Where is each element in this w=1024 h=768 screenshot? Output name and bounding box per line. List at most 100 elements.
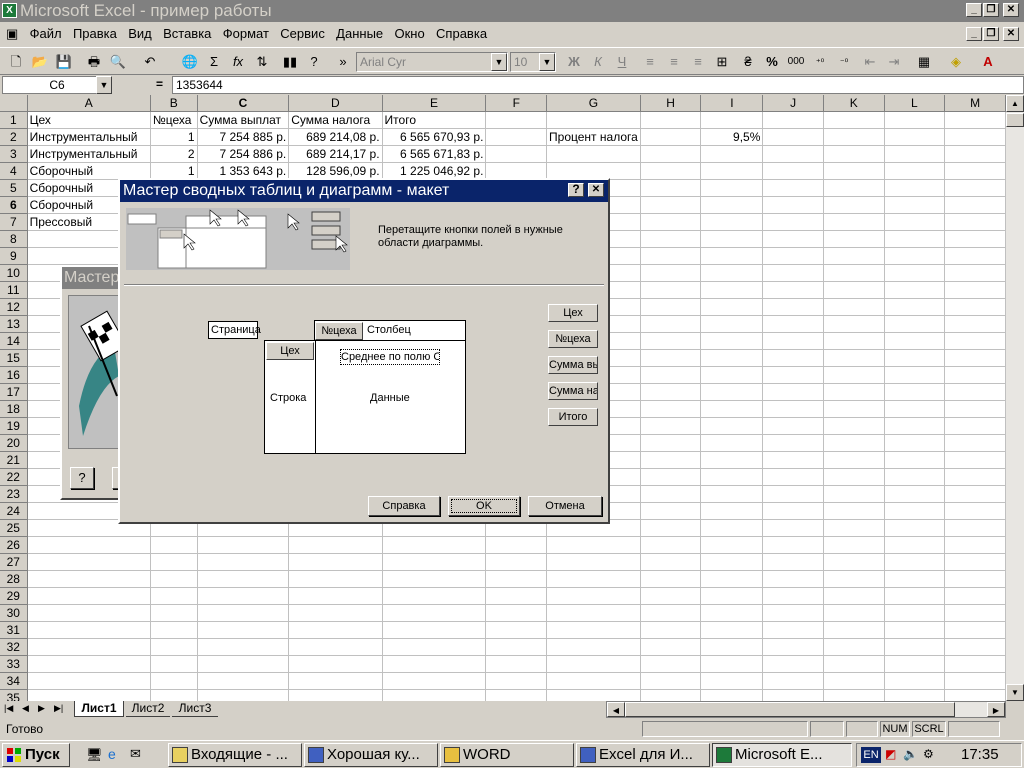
cell[interactable] (700, 349, 764, 367)
cell[interactable] (884, 111, 946, 129)
cell[interactable] (150, 672, 198, 690)
cell[interactable] (485, 111, 548, 129)
row-header[interactable]: 1 (0, 111, 28, 129)
cell[interactable] (823, 383, 885, 401)
cell[interactable] (27, 638, 151, 656)
cell[interactable] (546, 621, 641, 639)
cell[interactable] (382, 655, 487, 673)
cell[interactable] (823, 621, 885, 639)
task-folder[interactable]: WORD (440, 743, 574, 767)
chevron-down-icon[interactable]: ▼ (539, 53, 555, 71)
cell[interactable] (823, 570, 885, 588)
row-header[interactable]: 9 (0, 247, 28, 265)
cell[interactable] (640, 179, 702, 197)
cell[interactable] (762, 128, 824, 146)
scroll-thumb[interactable] (1006, 113, 1024, 127)
cell[interactable] (700, 672, 764, 690)
decrease-decimal-icon[interactable]: ⁻⁰ (834, 52, 854, 72)
cell[interactable] (197, 570, 290, 588)
cell[interactable] (762, 298, 824, 316)
cell[interactable]: Процент налога (546, 128, 641, 146)
cell[interactable]: 1 (150, 128, 198, 146)
column-header[interactable]: K (823, 95, 885, 112)
scroll-left-icon[interactable]: ◀ (607, 702, 625, 717)
column-header[interactable]: D (288, 95, 383, 112)
cell[interactable] (944, 298, 1006, 316)
cell[interactable] (546, 689, 641, 701)
row-header[interactable]: 17 (0, 383, 28, 401)
column-header[interactable]: M (944, 95, 1006, 112)
h-scroll-thumb[interactable] (625, 702, 955, 717)
fill-color-icon[interactable]: ◈ (946, 52, 966, 72)
cell[interactable] (640, 315, 702, 333)
help-icon[interactable]: ? (304, 52, 324, 72)
cell[interactable] (944, 213, 1006, 231)
menu-file[interactable]: Файл (26, 23, 66, 45)
cell[interactable] (762, 604, 824, 622)
cell[interactable] (197, 672, 290, 690)
cell[interactable] (823, 434, 885, 452)
cell[interactable]: Сумма выплат (197, 111, 290, 129)
cell[interactable] (485, 162, 548, 180)
cell[interactable] (884, 213, 946, 231)
cell[interactable] (762, 689, 824, 701)
cell[interactable] (27, 570, 151, 588)
cell[interactable] (823, 349, 885, 367)
row-header[interactable]: 19 (0, 417, 28, 435)
cell[interactable] (640, 638, 702, 656)
cell[interactable] (700, 366, 764, 384)
menu-data[interactable]: Данные (332, 23, 387, 45)
save-icon[interactable]: 💾 (54, 52, 74, 72)
borders-icon[interactable]: ▦ (914, 52, 934, 72)
cell[interactable] (150, 638, 198, 656)
cell[interactable] (700, 111, 764, 129)
cell[interactable]: №цеха (150, 111, 198, 129)
cell[interactable] (884, 366, 946, 384)
cell[interactable] (884, 383, 946, 401)
cell[interactable] (700, 298, 764, 316)
currency-icon[interactable]: ₴ (738, 52, 758, 72)
cell[interactable] (27, 655, 151, 673)
cell[interactable] (485, 638, 548, 656)
percent-button[interactable]: % (762, 52, 782, 72)
cell[interactable] (700, 621, 764, 639)
cell[interactable] (762, 570, 824, 588)
cell[interactable]: Инструментальный (27, 145, 151, 163)
row-header[interactable]: 14 (0, 332, 28, 350)
cell[interactable] (884, 604, 946, 622)
cell[interactable] (546, 638, 641, 656)
cell[interactable] (640, 281, 702, 299)
row-header[interactable]: 7 (0, 213, 28, 231)
cell[interactable] (700, 655, 764, 673)
thousands-button[interactable]: 000 (786, 52, 806, 72)
row-header[interactable]: 35 (0, 689, 28, 701)
cell[interactable] (884, 230, 946, 248)
cell[interactable] (640, 672, 702, 690)
help-button[interactable]: Справка (368, 496, 440, 516)
cell[interactable] (762, 519, 824, 537)
cell[interactable] (944, 519, 1006, 537)
cell[interactable] (762, 213, 824, 231)
cell[interactable] (823, 587, 885, 605)
cell[interactable] (288, 536, 383, 554)
cell[interactable] (944, 196, 1006, 214)
speaker-icon[interactable]: 🔈 (903, 747, 918, 761)
cell[interactable] (700, 400, 764, 418)
cell[interactable]: 1 (150, 162, 198, 180)
horizontal-scrollbar[interactable]: ◀ ▶ (606, 701, 1006, 718)
column-header[interactable]: G (546, 95, 641, 112)
row-header[interactable]: 3 (0, 145, 28, 163)
cell[interactable] (700, 213, 764, 231)
cell[interactable] (382, 570, 487, 588)
cell[interactable] (700, 570, 764, 588)
cell[interactable] (485, 587, 548, 605)
font-combo[interactable]: Arial Cyr ▼ (356, 52, 508, 72)
doc-minimize-button[interactable]: _ (966, 27, 982, 41)
row-field-workshop[interactable]: Цех (266, 342, 314, 360)
sort-icon[interactable]: ⇅ (252, 52, 272, 72)
cell[interactable] (288, 570, 383, 588)
cell[interactable] (884, 468, 946, 486)
cell[interactable] (640, 434, 702, 452)
row-header[interactable]: 15 (0, 349, 28, 367)
row-header[interactable]: 8 (0, 230, 28, 248)
